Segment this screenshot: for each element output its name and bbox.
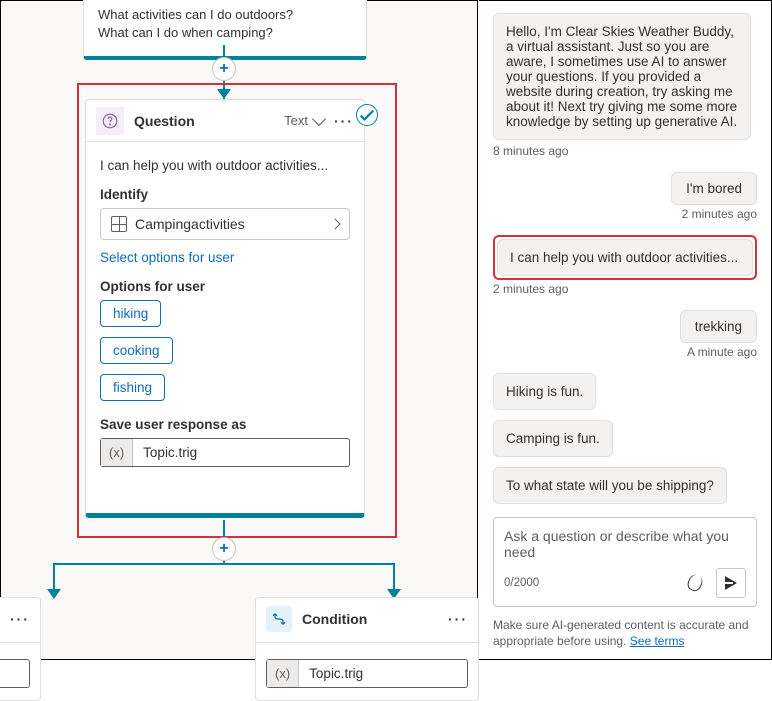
condition-node[interactable]: Condition ··· (x) Topic.trig xyxy=(255,597,479,701)
output-type: Text xyxy=(284,113,308,128)
node-more-menu[interactable]: ··· xyxy=(448,611,468,627)
composer-input[interactable]: Ask a question or describe what you need xyxy=(504,528,746,562)
bot-message: Camping is fun. xyxy=(493,420,613,457)
validation-check-icon xyxy=(356,104,378,126)
node-title: Condition xyxy=(302,611,438,627)
option-chip[interactable]: fishing xyxy=(100,374,165,401)
connector xyxy=(53,563,395,565)
timestamp: 2 minutes ago xyxy=(493,282,757,296)
add-node-button[interactable]: + xyxy=(212,537,236,561)
options-label: Options for user xyxy=(100,279,350,294)
trigger-node[interactable]: What activities can I do outdoors? What … xyxy=(83,0,367,60)
send-icon xyxy=(725,576,737,590)
save-as-label: Save user response as xyxy=(100,417,350,432)
ai-disclaimer: Make sure AI-generated content is accura… xyxy=(493,617,757,649)
user-message: trekking xyxy=(680,310,757,343)
variable-prefix: (x) xyxy=(101,439,133,466)
variable-name: Topic.trig xyxy=(133,439,349,466)
bot-message: To what state will you be shipping? xyxy=(493,467,727,504)
bot-message: Hello, I'm Clear Skies Weather Buddy, a … xyxy=(493,13,751,140)
timestamp: A minute ago xyxy=(493,345,757,359)
node-more-menu[interactable]: ··· xyxy=(10,611,30,627)
question-node[interactable]: Question Text ··· I can help you with ou… xyxy=(85,99,365,518)
chat-thread[interactable]: Hello, I'm Clear Skies Weather Buddy, a … xyxy=(493,13,757,509)
chevron-right-icon xyxy=(329,218,340,229)
bot-message: Hiking is fun. xyxy=(493,373,596,410)
bot-message: I can help you with outdoor activities..… xyxy=(497,239,753,276)
highlighted-bot-message: I can help you with outdoor activities..… xyxy=(493,235,757,280)
chevron-down-icon[interactable] xyxy=(312,111,326,125)
see-terms-link[interactable]: See terms xyxy=(630,634,685,648)
branch-icon xyxy=(266,606,292,632)
option-chip[interactable]: cooking xyxy=(100,337,173,364)
variable-field[interactable]: (x) Topic.trig xyxy=(266,659,468,688)
identify-picker[interactable]: Campingactivities xyxy=(100,208,350,240)
question-message[interactable]: I can help you with outdoor activities..… xyxy=(100,158,350,173)
option-chip[interactable]: hiking xyxy=(100,300,161,327)
attach-icon[interactable] xyxy=(680,568,710,598)
chat-composer[interactable]: Ask a question or describe what you need… xyxy=(493,517,757,607)
trigger-phrase: What can I do when camping? xyxy=(98,24,352,42)
variable-field[interactable]: (x) rig xyxy=(0,659,30,688)
entity-icon xyxy=(111,216,127,232)
identify-value: Campingactivities xyxy=(135,216,245,232)
select-options-link[interactable]: Select options for user xyxy=(100,250,350,265)
authoring-canvas[interactable]: What activities can I do outdoors? What … xyxy=(0,0,478,660)
connector xyxy=(393,563,395,591)
condition-node[interactable]: tion ··· (x) rig xyxy=(0,597,41,701)
timestamp: 8 minutes ago xyxy=(493,144,757,158)
variable-field[interactable]: (x) Topic.trig xyxy=(100,438,350,467)
timestamp: 2 minutes ago xyxy=(493,207,757,221)
node-title: Question xyxy=(134,113,274,129)
question-node-highlight: Question Text ··· I can help you with ou… xyxy=(77,83,397,538)
char-counter: 0/2000 xyxy=(504,577,539,589)
add-node-button[interactable]: + xyxy=(212,57,236,81)
user-message: I'm bored xyxy=(671,172,757,205)
arrow-down-icon xyxy=(47,589,61,599)
node-more-menu[interactable]: ··· xyxy=(334,113,354,129)
identify-label: Identify xyxy=(100,187,350,202)
trigger-phrase: What activities can I do outdoors? xyxy=(98,6,352,24)
connector xyxy=(53,563,55,591)
test-chat-panel: Hello, I'm Clear Skies Weather Buddy, a … xyxy=(479,0,772,660)
send-button[interactable] xyxy=(716,568,746,598)
question-icon xyxy=(96,107,124,135)
